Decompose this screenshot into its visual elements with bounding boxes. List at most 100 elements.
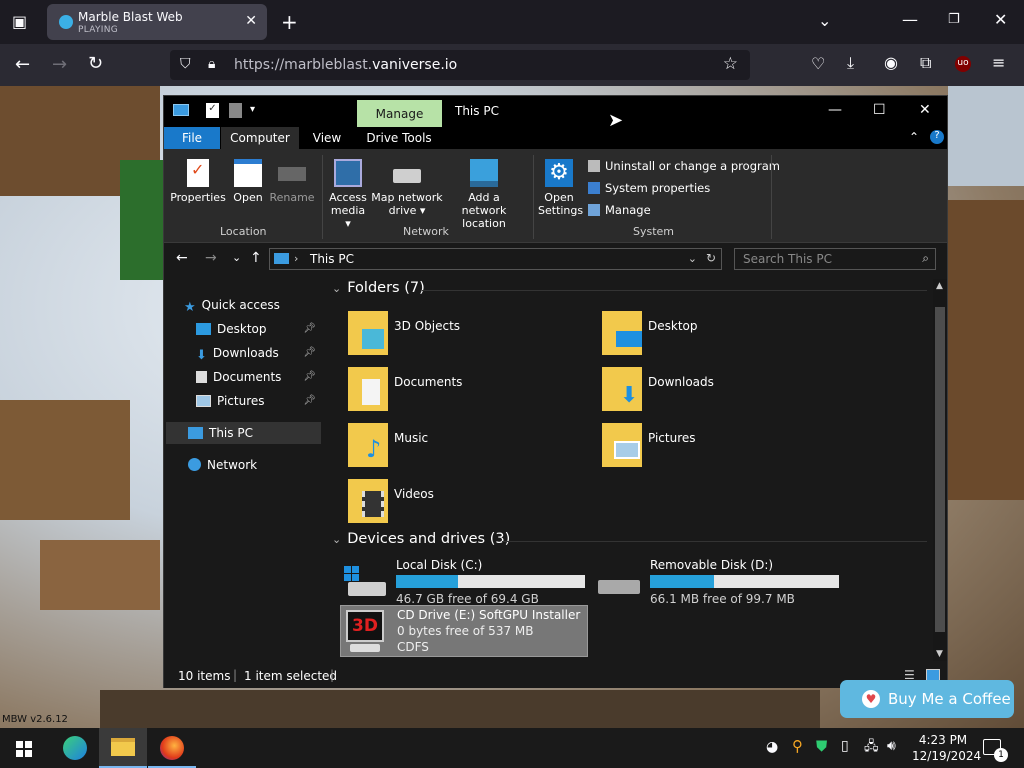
drive-local-disk-c[interactable]: Local Disk (C:) 46.7 GB free of 69.4 GB <box>340 558 590 610</box>
browser-tab[interactable]: Marble Blast Web PLAYING ✕ <box>47 4 267 40</box>
reload-icon[interactable]: ↻ <box>88 55 103 73</box>
taskbar-file-explorer[interactable] <box>99 728 147 768</box>
breadcrumb[interactable]: This PC <box>310 252 354 266</box>
tab-file[interactable]: File <box>164 127 220 149</box>
sidebar-item-quick-access[interactable]: ★ Quick access <box>184 294 339 316</box>
pin-icon[interactable]: 📌︎ <box>303 323 316 334</box>
clock-time: 4:23 PM <box>918 733 968 747</box>
search-tray-icon[interactable]: ⚲ <box>792 739 803 754</box>
folder-videos[interactable]: Videos <box>348 479 588 529</box>
system-properties-button[interactable]: System properties <box>588 181 710 195</box>
drive-cd-e[interactable]: 3D CD Drive (E:) SoftGPU Installer 0 byt… <box>340 605 588 657</box>
up-icon[interactable]: ↑ <box>250 251 262 265</box>
sidebar-item-network[interactable]: Network <box>188 454 343 476</box>
quick-access-dropdown-icon[interactable]: ▾ <box>250 104 255 115</box>
this-pc-icon <box>274 253 289 264</box>
title-bar[interactable]: ✓ ▾ Manage This PC — ☐ ✕ <box>164 96 947 127</box>
scrollbar-thumb[interactable] <box>935 307 945 632</box>
tab-view[interactable]: View <box>304 127 350 149</box>
folder-3d-objects[interactable]: 3D Objects <box>348 311 588 361</box>
taskbar-edge[interactable] <box>51 728 99 768</box>
scroll-up-icon[interactable]: ▲ <box>936 281 943 291</box>
minimize-icon[interactable]: — <box>828 102 842 118</box>
tab-close-icon[interactable]: ✕ <box>245 13 257 29</box>
volume-icon[interactable]: 🔊︎ <box>887 739 896 753</box>
sidebar-item-desktop[interactable]: Desktop 📌︎ <box>196 318 320 340</box>
folder-documents[interactable]: Documents <box>348 367 588 417</box>
map-network-drive-button[interactable]: Map network drive ▾ <box>371 159 443 217</box>
search-box[interactable]: Search This PC ⌕ <box>734 248 936 270</box>
folder-pictures[interactable]: Pictures <box>602 423 842 473</box>
account-icon[interactable]: ◉ <box>884 55 898 71</box>
folders-section-header[interactable]: ⌄ Folders (7) <box>332 280 927 296</box>
forward-icon[interactable]: → <box>205 251 217 265</box>
forward-icon[interactable]: → <box>52 56 67 74</box>
discord-icon[interactable]: ◕ <box>766 740 778 754</box>
vertical-scrollbar[interactable]: ▲ ▼ <box>933 279 947 661</box>
downloads-icon[interactable]: ⤓ <box>847 55 854 71</box>
scroll-down-icon[interactable]: ▼ <box>936 649 943 659</box>
open-button[interactable]: Open <box>230 159 266 204</box>
restore-icon[interactable]: ❐ <box>948 13 960 26</box>
add-network-location-button[interactable]: Add a network location <box>445 159 523 230</box>
taskbar-firefox[interactable] <box>148 728 196 768</box>
manage-button[interactable]: Manage <box>588 203 651 217</box>
checkmark-icon[interactable]: ✓ <box>206 103 219 118</box>
tab-overview-icon[interactable]: ▣ <box>12 14 27 30</box>
url-text[interactable]: https://marbleblast.vaniverse.io <box>234 57 457 73</box>
blank-doc-icon[interactable] <box>229 103 242 118</box>
drive-removable-disk-d[interactable]: Removable Disk (D:) 66.1 MB free of 99.7… <box>594 558 844 610</box>
maximize-icon[interactable]: ☐ <box>873 102 886 118</box>
close-icon[interactable]: ✕ <box>919 102 931 118</box>
address-bar[interactable]: › This PC ⌄ ↻ <box>269 248 722 270</box>
search-icon[interactable]: ⌕ <box>922 251 929 266</box>
open-settings-button[interactable]: ⚙ Open Settings <box>538 159 583 217</box>
shield-icon[interactable]: ⛉ <box>180 57 191 71</box>
sidebar-item-this-pc[interactable]: This PC <box>166 422 321 444</box>
clock[interactable]: 4:23 PM 12/19/2024 <box>912 732 981 764</box>
tab-list-chevron-icon[interactable]: ⌄ <box>818 13 831 29</box>
collapse-ribbon-icon[interactable]: ⌃ <box>909 130 919 144</box>
new-tab-icon[interactable]: + <box>281 12 298 32</box>
drive-usage-bar <box>396 575 585 588</box>
recent-locations-chevron-icon[interactable]: ⌄ <box>232 252 241 263</box>
manage-context-tab[interactable]: Manage <box>357 100 442 127</box>
refresh-icon[interactable]: ↻ <box>706 251 716 265</box>
desktop-icon <box>196 323 211 335</box>
usb-device-icon[interactable]: ▯ <box>841 739 849 753</box>
uninstall-program-button[interactable]: Uninstall or change a program <box>588 159 780 173</box>
pin-icon[interactable]: 📌︎ <box>303 347 316 358</box>
pocket-icon[interactable]: ♡ <box>811 56 825 72</box>
start-button[interactable] <box>0 728 48 768</box>
access-media-button[interactable]: Access media ▾ <box>327 159 369 230</box>
tab-drive-tools[interactable]: Drive Tools <box>360 127 438 149</box>
properties-button[interactable]: ✓ Properties <box>170 159 226 204</box>
bookmark-star-icon[interactable]: ☆ <box>723 56 738 73</box>
menu-icon[interactable]: ≡ <box>992 55 1005 71</box>
close-window-icon[interactable]: ✕ <box>994 12 1007 28</box>
folder-downloads[interactable]: ⬇ Downloads <box>602 367 842 417</box>
folder-music[interactable]: ♪ Music <box>348 423 588 473</box>
extensions-icon[interactable]: ⧉ <box>920 55 931 71</box>
help-icon[interactable]: ? <box>930 130 944 144</box>
network-tray-icon[interactable]: 🖧︎ <box>864 740 879 753</box>
rename-button[interactable]: Rename <box>268 159 316 204</box>
back-icon[interactable]: ← <box>15 56 30 74</box>
sidebar-item-documents[interactable]: Documents 📌︎ <box>196 366 320 388</box>
tab-computer[interactable]: Computer <box>221 127 299 149</box>
buy-me-a-coffee-button[interactable]: ♥ Buy Me a Coffee <box>840 680 1014 718</box>
pin-icon[interactable]: 📌︎ <box>303 395 316 406</box>
url-bar[interactable]: ⛉ 🔒︎ https://marbleblast.vaniverse.io ☆ <box>170 50 750 80</box>
ublock-icon[interactable]: uo <box>955 56 971 72</box>
folder-desktop[interactable]: Desktop <box>602 311 842 361</box>
back-icon[interactable]: ← <box>176 251 188 265</box>
site-favicon-icon <box>59 15 73 29</box>
sidebar-item-downloads[interactable]: ⬇ Downloads 📌︎ <box>196 342 320 364</box>
lock-icon[interactable]: 🔒︎ <box>208 57 215 71</box>
sidebar-item-pictures[interactable]: Pictures 📌︎ <box>196 390 320 412</box>
pin-icon[interactable]: 📌︎ <box>303 371 316 382</box>
address-dropdown-icon[interactable]: ⌄ <box>688 252 697 265</box>
drives-section-header[interactable]: ⌄ Devices and drives (3) <box>332 531 927 547</box>
defender-shield-icon[interactable]: ⛊ <box>816 739 827 754</box>
minimize-icon[interactable]: — <box>902 12 918 28</box>
